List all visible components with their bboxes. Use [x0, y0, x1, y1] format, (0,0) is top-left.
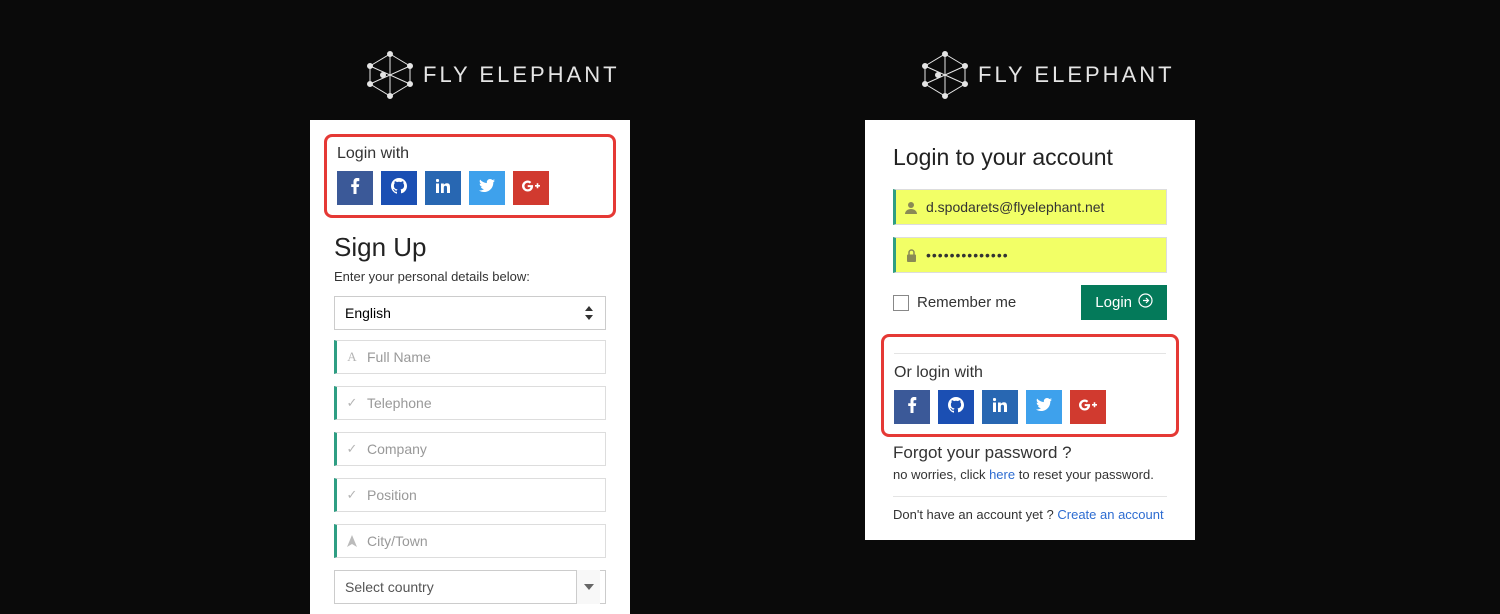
twitter-button[interactable]	[469, 171, 505, 205]
linkedin-button[interactable]	[425, 171, 461, 205]
googleplus-button[interactable]	[513, 171, 549, 205]
password-field[interactable]	[893, 237, 1167, 273]
forgot-password-title: Forgot your password ?	[893, 443, 1167, 463]
telephone-field[interactable]: ✓	[334, 386, 606, 420]
linkedin-button[interactable]	[982, 390, 1018, 424]
or-login-with-label: Or login with	[894, 364, 1166, 382]
arrow-circle-icon	[1138, 293, 1153, 312]
company-field[interactable]: ✓	[334, 432, 606, 466]
social-login-highlight: Or login with	[881, 334, 1179, 437]
login-with-label: Login with	[337, 145, 603, 163]
googleplus-icon	[1079, 398, 1097, 416]
login-button[interactable]: Login	[1081, 285, 1167, 320]
github-icon	[391, 178, 407, 199]
googleplus-button[interactable]	[1070, 390, 1106, 424]
remember-label: Remember me	[917, 294, 1016, 311]
signup-card: Login with Sign Up Enter your personal d…	[310, 120, 630, 614]
twitter-icon	[479, 179, 495, 197]
divider	[894, 353, 1166, 354]
divider	[893, 496, 1167, 497]
linkedin-icon	[436, 179, 450, 198]
github-button[interactable]	[381, 171, 417, 205]
googleplus-icon	[522, 179, 540, 197]
language-select[interactable]: English	[334, 296, 606, 330]
facebook-icon	[350, 178, 360, 199]
brand-name: FLY ELEPHANT	[978, 62, 1175, 88]
create-account-link[interactable]: Create an account	[1057, 507, 1163, 522]
brand-name: FLY ELEPHANT	[423, 62, 620, 88]
forgot-password-text: no worries, click here to reset your pas…	[893, 467, 1167, 482]
github-icon	[948, 397, 964, 418]
no-account-text: Don't have an account yet ? Create an ac…	[893, 507, 1167, 522]
social-row	[337, 171, 603, 205]
check-icon: ✓	[337, 395, 367, 411]
location-icon	[337, 535, 367, 547]
logo-icon	[920, 50, 970, 100]
checkbox-icon[interactable]	[893, 295, 909, 311]
city-field[interactable]	[334, 524, 606, 558]
remember-me[interactable]: Remember me	[893, 294, 1016, 311]
user-icon	[896, 201, 926, 214]
facebook-button[interactable]	[337, 171, 373, 205]
github-button[interactable]	[938, 390, 974, 424]
font-icon: A	[337, 349, 367, 365]
twitter-icon	[1036, 398, 1052, 416]
brand-logo: FLY ELEPHANT	[920, 50, 1195, 100]
fullname-field[interactable]: A	[334, 340, 606, 374]
signup-title: Sign Up	[334, 232, 606, 263]
social-login-highlight: Login with	[324, 134, 616, 218]
facebook-icon	[907, 397, 917, 418]
country-select[interactable]: Select country	[334, 570, 606, 604]
login-title: Login to your account	[893, 144, 1167, 171]
signup-subtitle: Enter your personal details below:	[334, 269, 606, 284]
twitter-button[interactable]	[1026, 390, 1062, 424]
check-icon: ✓	[337, 441, 367, 457]
logo-icon	[365, 50, 415, 100]
social-row	[894, 390, 1166, 424]
lock-icon	[896, 249, 926, 262]
brand-logo: FLY ELEPHANT	[365, 50, 630, 100]
linkedin-icon	[993, 398, 1007, 417]
email-field[interactable]	[893, 189, 1167, 225]
reset-password-link[interactable]: here	[989, 467, 1015, 482]
facebook-button[interactable]	[894, 390, 930, 424]
check-icon: ✓	[337, 487, 367, 503]
login-card: Login to your account Remember me Login …	[865, 120, 1195, 540]
position-field[interactable]: ✓	[334, 478, 606, 512]
